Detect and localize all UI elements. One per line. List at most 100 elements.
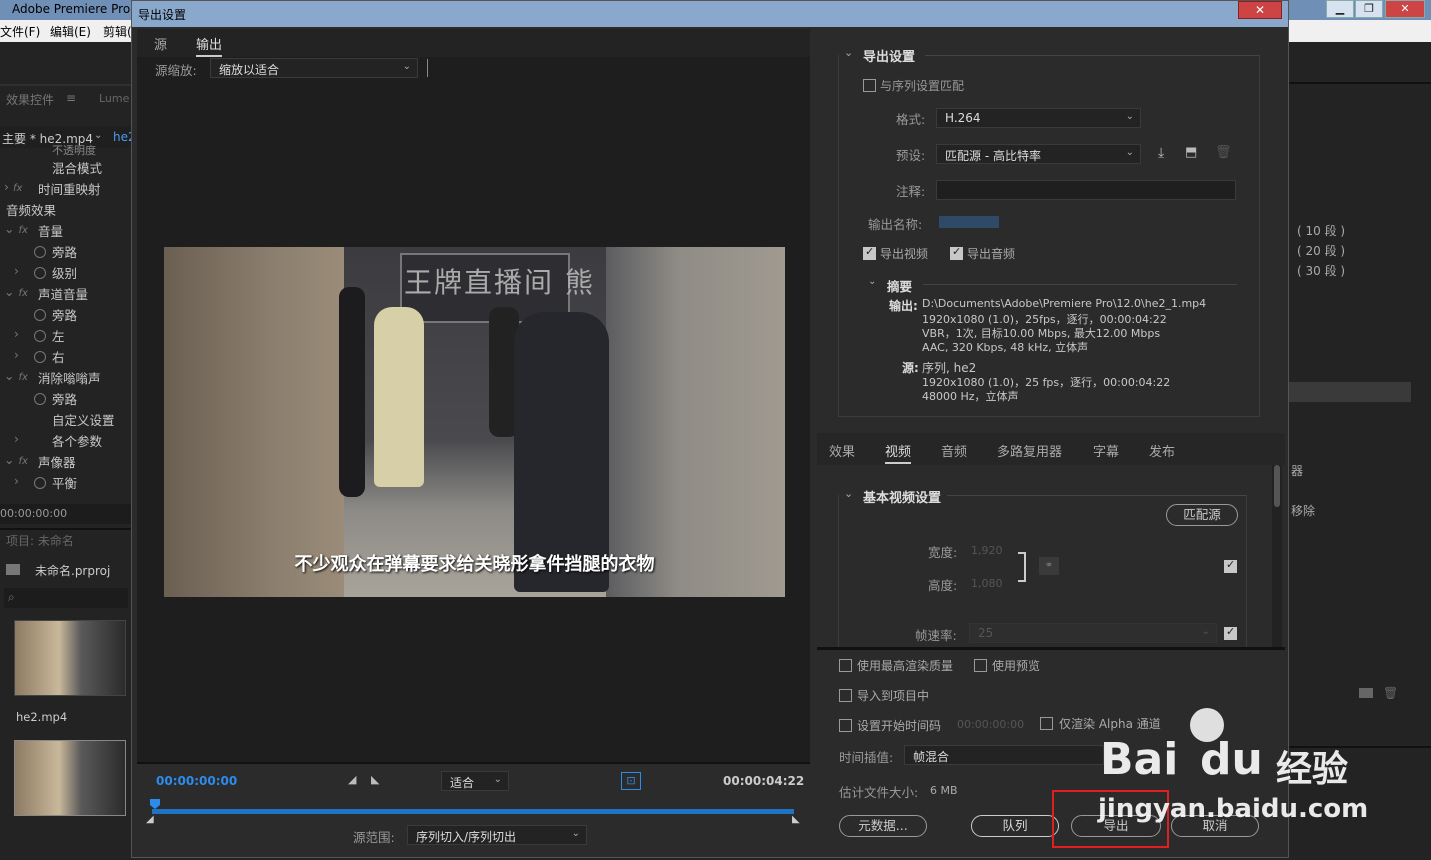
match-sequence-checkbox[interactable] bbox=[863, 79, 876, 92]
aspect-correction-icon[interactable]: ⊡ bbox=[621, 772, 641, 790]
scrollbar[interactable] bbox=[1272, 465, 1282, 647]
list-item[interactable]: ( 30 段 ) bbox=[1297, 262, 1345, 279]
list-item[interactable]: ⌄ fx 音量 bbox=[0, 221, 132, 242]
out-handle-icon[interactable]: ◣ bbox=[792, 814, 800, 825]
media-name[interactable]: he2.mp4 bbox=[16, 710, 67, 724]
app-close-button[interactable]: ✕ bbox=[1385, 0, 1425, 18]
comment-label: 注释: bbox=[896, 184, 926, 199]
link-icon[interactable]: ⚭ bbox=[1039, 557, 1059, 575]
close-button[interactable]: ✕ bbox=[1238, 1, 1282, 19]
timecode-start[interactable]: 00:00:00:00 bbox=[156, 774, 237, 788]
media-thumbnail[interactable] bbox=[14, 740, 126, 816]
render-alpha-checkbox[interactable] bbox=[1040, 717, 1053, 730]
export-video-checkbox[interactable] bbox=[863, 245, 876, 260]
tab-lumetri[interactable]: Lume bbox=[99, 92, 129, 105]
set-in-point-icon[interactable]: ◢ bbox=[348, 773, 356, 786]
import-preset-icon[interactable]: ⬒ bbox=[1185, 145, 1197, 160]
list-item[interactable]: 自定义设置 bbox=[0, 410, 132, 431]
width-value[interactable]: 1,920 bbox=[971, 544, 1003, 557]
metadata-button[interactable]: 元数据... bbox=[839, 815, 927, 837]
in-handle-icon[interactable]: ◢ bbox=[146, 814, 154, 825]
tab-audio[interactable]: 音频 bbox=[941, 441, 967, 460]
menu-edit[interactable]: 编辑(E) bbox=[50, 23, 91, 40]
list-item[interactable]: 器 bbox=[1291, 462, 1303, 479]
menu-clip[interactable]: 剪辑( bbox=[103, 23, 132, 40]
list-item[interactable]: 旁路 bbox=[0, 242, 132, 263]
framerate-dropdown[interactable]: 25 ⌄ bbox=[969, 623, 1217, 643]
list-item[interactable]: › 左 bbox=[0, 326, 132, 347]
height-value[interactable]: 1,080 bbox=[971, 577, 1003, 590]
source-scale-dropdown[interactable]: 缩放以适合 ⌄ bbox=[210, 58, 418, 78]
time-interpolation-dropdown[interactable]: 帧混合 bbox=[904, 745, 1104, 765]
dialog-title: 导出设置 bbox=[138, 8, 187, 22]
chevron-down-icon[interactable]: ⌄ bbox=[94, 130, 102, 141]
stopwatch-icon bbox=[34, 309, 46, 321]
maximize-button[interactable]: ❐ bbox=[1355, 0, 1383, 18]
format-dropdown[interactable]: H.264 ⌄ bbox=[936, 108, 1141, 128]
tab-effects[interactable]: 效果 bbox=[829, 441, 855, 460]
tab-multiplexer[interactable]: 多路复用器 bbox=[997, 441, 1062, 460]
panel-menu-icon[interactable]: ≡ bbox=[66, 91, 76, 105]
stopwatch-icon bbox=[34, 246, 46, 258]
preview-pane: 源 输出 源缩放: 缩放以适合 ⌄ 王牌直播间 熊 不少观众在弹幕要求给关晓彤拿件… bbox=[137, 29, 810, 764]
source-range-label: 源范围: bbox=[353, 830, 395, 845]
start-timecode-value[interactable]: 00:00:00:00 bbox=[957, 718, 1024, 731]
list-item[interactable]: 移除 bbox=[1291, 502, 1315, 519]
width-height-match-checkbox[interactable] bbox=[1224, 558, 1237, 573]
tab-captions[interactable]: 字幕 bbox=[1093, 441, 1119, 460]
delete-preset-icon[interactable]: 🗑 bbox=[1215, 145, 1232, 160]
tab-effect-controls[interactable]: 效果控件 bbox=[6, 91, 54, 108]
framerate-match-checkbox[interactable] bbox=[1224, 625, 1237, 640]
playhead-icon[interactable] bbox=[150, 799, 160, 809]
save-preset-icon[interactable]: ⤓ bbox=[1158, 145, 1164, 161]
timeline-range-bar[interactable] bbox=[152, 809, 794, 814]
list-item[interactable]: 旁路 bbox=[0, 305, 132, 326]
list-item[interactable]: 旁路 bbox=[0, 389, 132, 410]
list-item[interactable]: › fx 时间重映射 bbox=[0, 179, 132, 200]
project-panel-title[interactable]: 项目: 未命名 bbox=[6, 532, 74, 549]
effect-timecode[interactable]: 00:00:00:00 bbox=[0, 507, 67, 520]
set-out-point-icon[interactable]: ◣ bbox=[371, 773, 379, 786]
preset-dropdown[interactable]: 匹配源 - 高比特率 ⌄ bbox=[936, 144, 1141, 164]
list-item[interactable]: › 平衡 bbox=[0, 473, 132, 494]
project-file-name: 未命名.prproj bbox=[35, 564, 111, 578]
output-name-link[interactable] bbox=[939, 216, 999, 228]
folder-icon[interactable] bbox=[1359, 688, 1373, 698]
list-item[interactable]: 混合模式 bbox=[0, 158, 132, 179]
comment-input[interactable] bbox=[936, 180, 1236, 200]
queue-button[interactable]: 队列 bbox=[971, 815, 1059, 837]
menu-file[interactable]: 文件(F) bbox=[0, 23, 40, 40]
list-item[interactable]: › 各个参数 bbox=[0, 431, 132, 452]
tab-output[interactable]: 输出 bbox=[196, 34, 223, 57]
list-item[interactable]: › 右 bbox=[0, 347, 132, 368]
match-source-button[interactable]: 匹配源 bbox=[1166, 504, 1238, 526]
export-audio-checkbox[interactable] bbox=[950, 245, 963, 260]
height-label: 高度: bbox=[928, 578, 958, 593]
source-range-dropdown[interactable]: 序列切入/序列切出 ⌄ bbox=[407, 825, 587, 845]
trash-icon[interactable]: 🗑 bbox=[1383, 686, 1398, 700]
dialog-titlebar: 导出设置 bbox=[132, 1, 1288, 27]
max-render-quality-checkbox[interactable] bbox=[839, 659, 852, 672]
list-item[interactable]: ⌄ fx 声像器 bbox=[0, 452, 132, 473]
summary-header[interactable]: 摘要 bbox=[887, 276, 912, 295]
list-item[interactable]: ( 10 段 ) bbox=[1297, 222, 1345, 239]
use-previews-checkbox[interactable] bbox=[974, 659, 987, 672]
import-into-project-checkbox[interactable] bbox=[839, 689, 852, 702]
list-item[interactable]: ( 20 段 ) bbox=[1297, 242, 1345, 259]
set-start-timecode-checkbox[interactable] bbox=[839, 719, 852, 732]
list-item[interactable]: ⌄ fx 消除嗡嗡声 bbox=[0, 368, 132, 389]
summary-output-line: AAC, 320 Kbps, 48 kHz, 立体声 bbox=[922, 341, 1089, 354]
fit-dropdown[interactable]: 适合 ⌄ bbox=[441, 771, 509, 791]
list-item[interactable]: ⌄ fx 声道音量 bbox=[0, 284, 132, 305]
tab-publish[interactable]: 发布 bbox=[1149, 441, 1175, 460]
list-item[interactable]: › 级别 bbox=[0, 263, 132, 284]
framerate-label: 帧速率: bbox=[915, 628, 957, 643]
tab-source[interactable]: 源 bbox=[154, 34, 167, 53]
media-thumbnail[interactable] bbox=[14, 620, 126, 696]
minimize-button[interactable]: ▁ bbox=[1326, 0, 1354, 18]
tab-video[interactable]: 视频 bbox=[885, 441, 912, 464]
preset-label: 预设: bbox=[896, 148, 926, 163]
chevron-down-icon[interactable]: ⌄ bbox=[868, 276, 876, 287]
search-icon[interactable]: ⌕ bbox=[4, 588, 128, 608]
stopwatch-icon bbox=[34, 330, 46, 342]
